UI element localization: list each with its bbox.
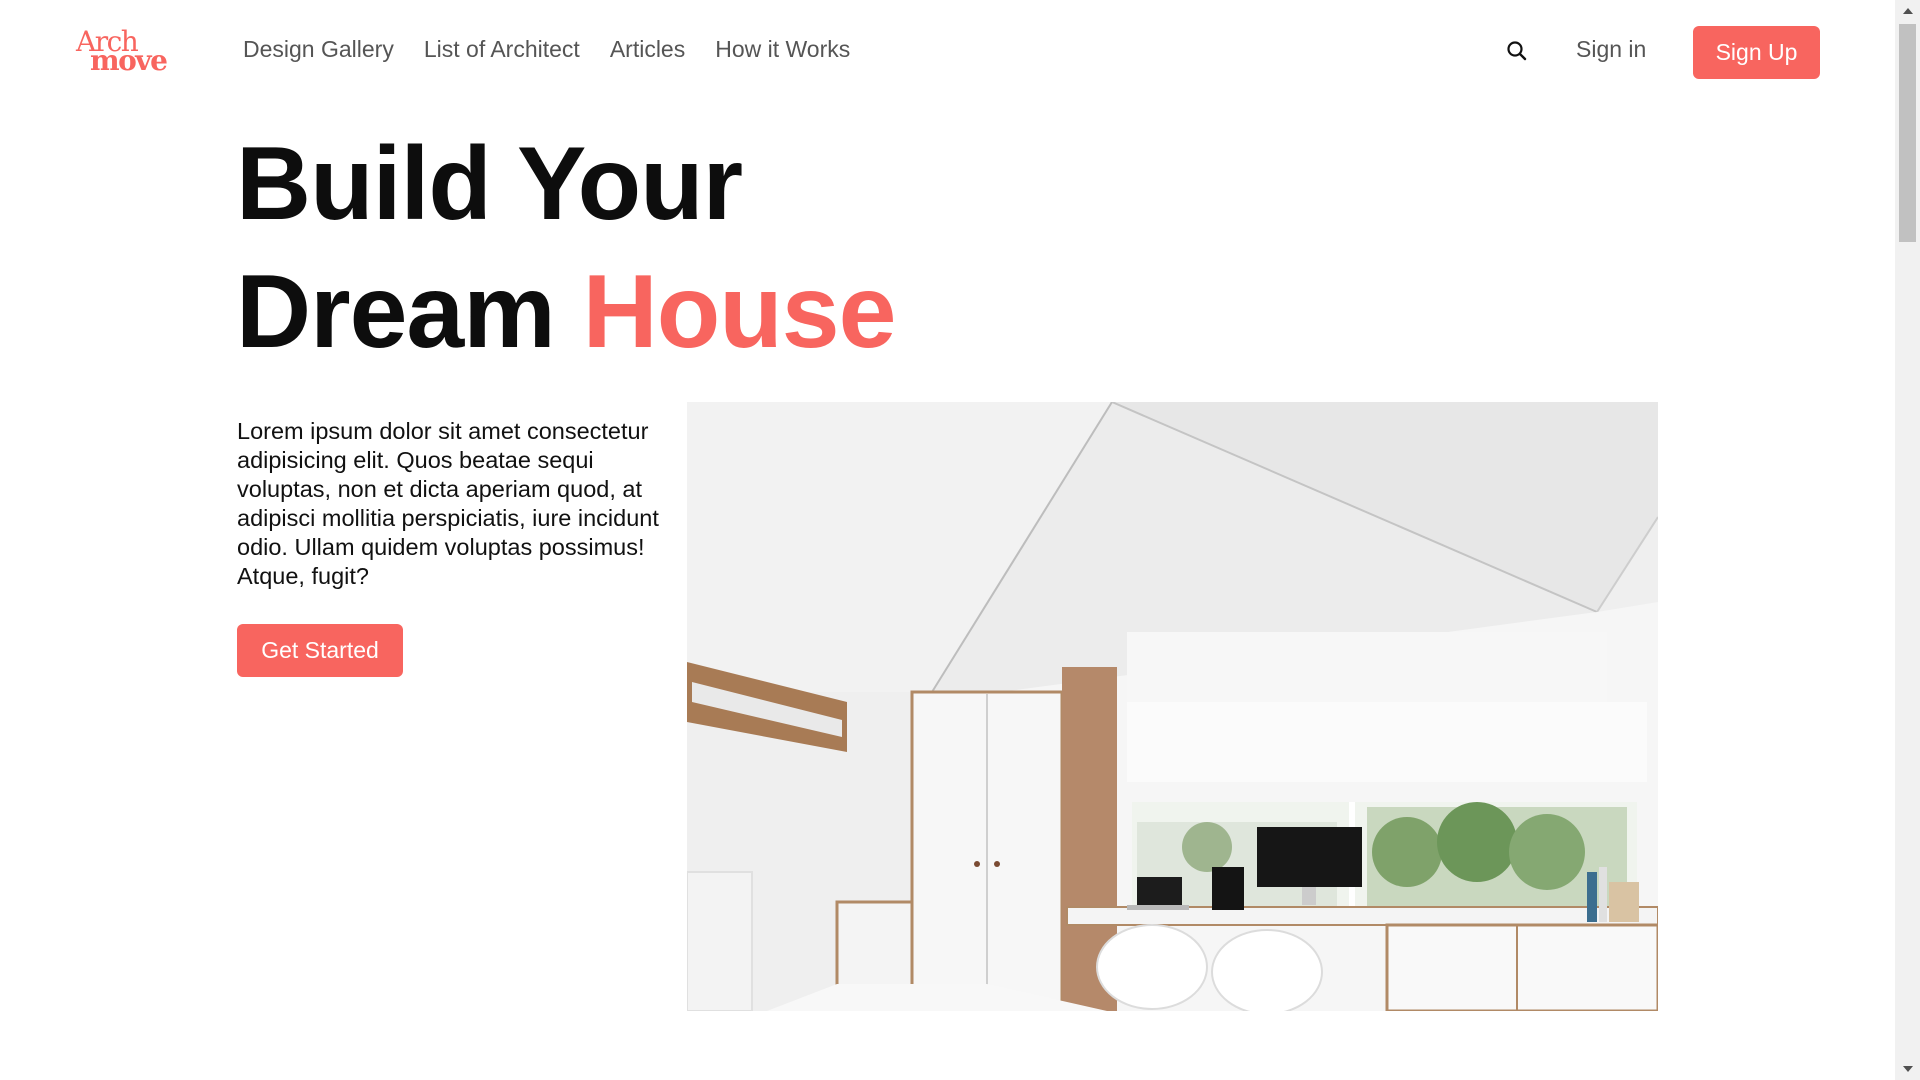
logo-text-bottom: move — [90, 44, 168, 77]
nav-link-articles[interactable]: Articles — [610, 36, 685, 63]
get-started-button[interactable]: Get Started — [237, 624, 403, 677]
nav-link-list-of-architect[interactable]: List of Architect — [424, 36, 580, 63]
hero-title-line2-plain: Dream — [236, 254, 556, 370]
brand-logo[interactable]: Arch move — [76, 28, 172, 76]
hero-title: Build Your Dream House — [236, 120, 897, 376]
hero-image — [687, 402, 1658, 1011]
search-button[interactable] — [1504, 38, 1530, 64]
arrow-down-icon — [1902, 1066, 1913, 1072]
scroll-down-button[interactable] — [1895, 1058, 1920, 1080]
hero-title-line1: Build Your — [236, 126, 743, 242]
nav-link-design-gallery[interactable]: Design Gallery — [243, 36, 394, 63]
main-nav: Design Gallery List of Architect Article… — [243, 36, 880, 63]
scroll-up-button[interactable] — [1895, 0, 1920, 22]
arrow-up-icon — [1902, 8, 1913, 14]
hero-description: Lorem ipsum dolor sit amet consectetur a… — [237, 418, 659, 589]
search-icon — [1507, 41, 1527, 61]
vertical-scrollbar[interactable] — [1895, 0, 1920, 1080]
sign-in-link[interactable]: Sign in — [1576, 36, 1646, 63]
hero-title-accent: House — [582, 254, 897, 370]
sign-up-button[interactable]: Sign Up — [1693, 26, 1820, 79]
scrollbar-thumb[interactable] — [1899, 24, 1916, 242]
nav-link-how-it-works[interactable]: How it Works — [715, 36, 850, 63]
